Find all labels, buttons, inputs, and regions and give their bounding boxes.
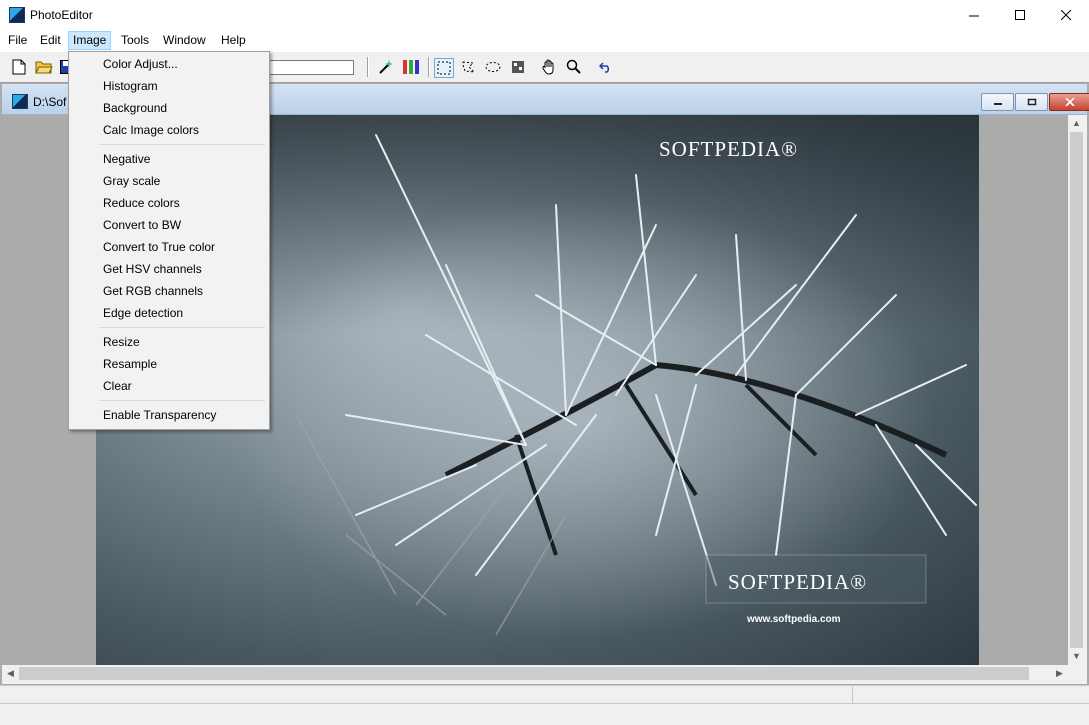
menu-item-color-adjust[interactable]: Color Adjust... bbox=[71, 53, 267, 75]
menu-file[interactable]: File bbox=[4, 32, 31, 49]
close-icon bbox=[1065, 98, 1075, 106]
minimize-icon bbox=[993, 103, 1002, 105]
toolbar-separator bbox=[428, 57, 430, 77]
menu-item-resize[interactable]: Resize bbox=[71, 331, 267, 353]
menu-item-label: Get HSV channels bbox=[103, 262, 202, 276]
menu-item-resample[interactable]: Resample bbox=[71, 353, 267, 375]
menu-item-label: Color Adjust... bbox=[103, 57, 178, 71]
menu-item-get-rgb-channels[interactable]: Get RGB channels bbox=[71, 280, 267, 302]
menu-item-label: Histogram bbox=[103, 79, 158, 93]
menu-separator bbox=[99, 327, 265, 328]
child-minimize-button[interactable] bbox=[981, 93, 1014, 111]
toolbar-text-field[interactable] bbox=[262, 60, 354, 75]
menu-separator bbox=[99, 400, 265, 401]
menu-item-histogram[interactable]: Histogram bbox=[71, 75, 267, 97]
zoom-icon[interactable] bbox=[565, 58, 583, 76]
rect-select-icon[interactable] bbox=[434, 58, 454, 78]
minimize-icon bbox=[968, 15, 979, 16]
scroll-up-icon[interactable]: ▲ bbox=[1068, 115, 1085, 132]
menu-item-label: Get RGB channels bbox=[103, 284, 204, 298]
stamp-icon[interactable] bbox=[509, 58, 527, 76]
vertical-scroll-thumb[interactable] bbox=[1070, 132, 1083, 648]
hand-icon[interactable] bbox=[540, 58, 558, 76]
menu-item-calc-image-colors[interactable]: Calc Image colors bbox=[71, 119, 267, 141]
menu-image[interactable]: Image bbox=[68, 31, 112, 50]
menu-help[interactable]: Help bbox=[217, 32, 250, 49]
title-bar: PhotoEditor bbox=[0, 0, 1089, 30]
menu-edit[interactable]: Edit bbox=[36, 32, 65, 49]
toolbar-separator bbox=[367, 57, 369, 77]
menu-item-label: Gray scale bbox=[103, 174, 161, 188]
menu-item-background[interactable]: Background bbox=[71, 97, 267, 119]
scroll-right-icon[interactable]: ▶ bbox=[1051, 665, 1068, 682]
status-bar-upper bbox=[0, 685, 1089, 704]
menu-item-reduce-colors[interactable]: Reduce colors bbox=[71, 192, 267, 214]
undo-icon[interactable] bbox=[597, 58, 615, 76]
menu-tools[interactable]: Tools bbox=[117, 32, 153, 49]
status-divider bbox=[852, 686, 853, 704]
menu-item-negative[interactable]: Negative bbox=[71, 148, 267, 170]
ellipse-select-icon[interactable] bbox=[484, 58, 502, 76]
menu-item-label: Negative bbox=[103, 152, 151, 166]
watermark-bottom: SOFTPEDIA® bbox=[728, 570, 868, 594]
maximize-icon bbox=[1014, 9, 1025, 20]
menu-item-edge-detection[interactable]: Edge detection bbox=[71, 302, 267, 324]
document-path: D:\Sof bbox=[33, 95, 67, 109]
menu-item-label: Resample bbox=[103, 357, 158, 371]
lasso-select-icon[interactable] bbox=[459, 58, 477, 76]
menu-item-label: Resize bbox=[103, 335, 140, 349]
menu-item-enable-transparency[interactable]: Enable Transparency bbox=[71, 404, 267, 426]
new-file-icon[interactable] bbox=[10, 58, 28, 76]
menu-item-label: Enable Transparency bbox=[103, 408, 217, 422]
magic-wand-icon[interactable] bbox=[377, 58, 395, 76]
vertical-scrollbar[interactable]: ▲ ▼ bbox=[1068, 115, 1085, 665]
menu-item-label: Calc Image colors bbox=[103, 123, 200, 137]
image-menu-dropdown: Color Adjust... Histogram Background Cal… bbox=[68, 51, 270, 430]
horizontal-scroll-thumb[interactable] bbox=[19, 667, 1029, 680]
horizontal-scrollbar[interactable]: ◀ ▶ bbox=[2, 665, 1068, 682]
menu-item-get-hsv-channels[interactable]: Get HSV channels bbox=[71, 258, 267, 280]
menu-item-label: Clear bbox=[103, 379, 132, 393]
menu-item-label: Reduce colors bbox=[103, 196, 180, 210]
menu-window[interactable]: Window bbox=[159, 32, 210, 49]
watermark-url: www.softpedia.com bbox=[747, 614, 841, 625]
app-icon bbox=[9, 7, 25, 23]
document-icon bbox=[12, 94, 28, 109]
menu-item-clear[interactable]: Clear bbox=[71, 375, 267, 397]
status-bar-lower bbox=[0, 703, 1089, 725]
close-button[interactable] bbox=[1043, 0, 1089, 30]
maximize-button[interactable] bbox=[997, 0, 1043, 30]
close-icon bbox=[1060, 9, 1071, 20]
minimize-button[interactable] bbox=[951, 0, 997, 30]
scroll-down-icon[interactable]: ▼ bbox=[1068, 648, 1085, 665]
color-channels-icon[interactable] bbox=[402, 58, 420, 76]
child-close-button[interactable] bbox=[1049, 93, 1089, 111]
restore-icon bbox=[1027, 98, 1036, 106]
window-title: PhotoEditor bbox=[30, 8, 93, 22]
menu-item-gray-scale[interactable]: Gray scale bbox=[71, 170, 267, 192]
menu-separator bbox=[99, 144, 265, 145]
menu-item-convert-to-true-color[interactable]: Convert to True color bbox=[71, 236, 267, 258]
scroll-left-icon[interactable]: ◀ bbox=[2, 665, 19, 682]
open-folder-icon[interactable] bbox=[35, 58, 53, 76]
menu-bar: File Edit Image Tools Window Help bbox=[0, 30, 1089, 51]
menu-item-label: Background bbox=[103, 101, 168, 115]
child-restore-button[interactable] bbox=[1015, 93, 1048, 111]
menu-item-label: Convert to True color bbox=[103, 240, 216, 254]
watermark-top: SOFTPEDIA® bbox=[657, 137, 801, 162]
menu-item-label: Convert to BW bbox=[103, 218, 182, 232]
menu-item-label: Edge detection bbox=[103, 306, 184, 320]
menu-item-convert-to-bw[interactable]: Convert to BW bbox=[71, 214, 267, 236]
